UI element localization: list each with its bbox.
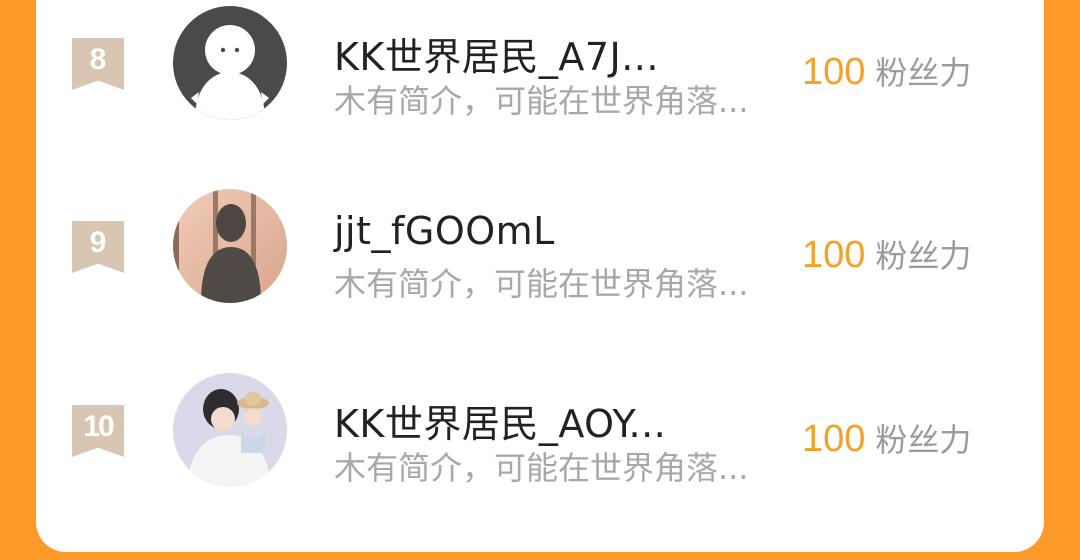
rank-badge: 9 [72, 221, 124, 273]
leaderboard-row[interactable]: 9 jjt_fGOOmL 木有简介，可能在世界角落... 100 粉丝力 [0, 187, 1080, 307]
user-bio: 木有简介，可能在世界角落... [334, 449, 749, 487]
illustrated-person-photo [173, 373, 287, 487]
fans-label: 粉丝力 [875, 421, 972, 459]
username[interactable]: KK世界居民_AOY... [334, 393, 666, 448]
silhouette-photo [173, 189, 287, 303]
avatar[interactable] [173, 373, 287, 487]
fans-stat: 100 粉丝力 [802, 415, 971, 461]
fans-count: 100 [802, 418, 866, 460]
leaderboard-row[interactable]: 8 KK世界居民_A7J... 木有简介，可能在世界角落... 100 粉丝力 [0, 4, 1080, 124]
rank-badge: 8 [72, 38, 124, 90]
avatar[interactable] [173, 6, 287, 120]
user-bio: 木有简介，可能在世界角落... [334, 82, 749, 120]
fans-stat: 100 粉丝力 [802, 48, 971, 94]
avatar[interactable] [173, 189, 287, 303]
fans-stat: 100 粉丝力 [802, 231, 971, 277]
username[interactable]: jjt_fGOOmL [334, 209, 555, 253]
leaderboard-row[interactable]: 10 KK世界居民_AOY... 木有简介，可能在世界角落... 100 粉丝力 [0, 371, 1080, 491]
username[interactable]: KK世界居民_A7J... [334, 26, 659, 81]
fans-count: 100 [802, 51, 866, 93]
fans-label: 粉丝力 [875, 237, 972, 275]
fans-count: 100 [802, 234, 866, 276]
rank-badge: 10 [72, 405, 124, 457]
user-bio: 木有简介，可能在世界角落... [334, 265, 749, 303]
fans-label: 粉丝力 [875, 54, 972, 92]
default-person-icon [173, 6, 287, 120]
